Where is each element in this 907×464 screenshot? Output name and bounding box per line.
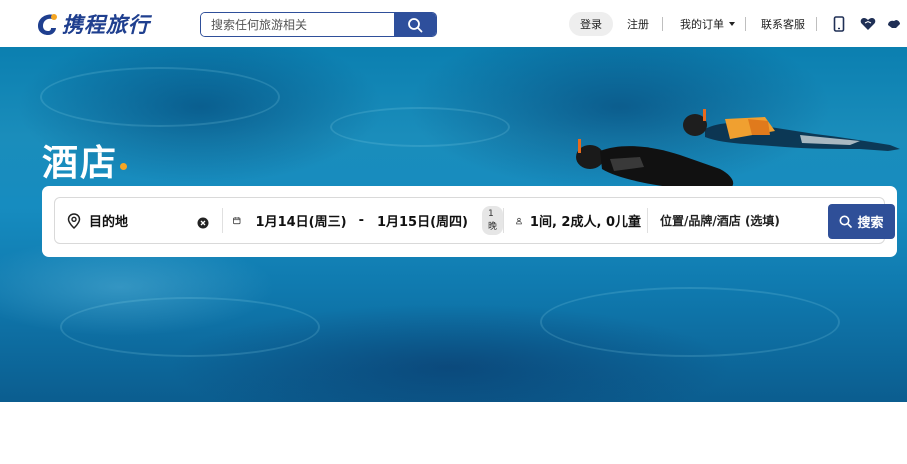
top-header: 携程旅行 登录 注册 我的订单 联系客服 [0,0,907,47]
hotel-search-panel: 目的地 1月14日(周三) - 1月15日(周四) 1晚 1间, 2成人, 0儿… [42,186,897,257]
contact-service-link[interactable]: 联系客服 [761,12,805,36]
partner-button[interactable] [885,15,903,33]
nav-divider [816,17,817,31]
clear-icon [197,217,209,229]
date-separator: - [358,213,364,228]
keyword-field[interactable]: 位置/品牌/酒店 (选填) [660,198,820,243]
checkout-date[interactable]: 1月15日(周四) [377,211,468,230]
person-icon [516,217,522,224]
water-ripple [60,297,320,357]
ctrip-logo[interactable]: 携程旅行 [34,10,150,38]
global-search-input[interactable] [201,13,394,36]
guests-field[interactable]: 1间, 2成人, 0儿童 [516,198,641,243]
handshake-icon [888,20,900,28]
water-ripple [40,67,280,127]
location-pin-icon [67,212,81,229]
hotel-search-form: 目的地 1月14日(周三) - 1月15日(周四) 1晚 1间, 2成人, 0儿… [54,197,895,244]
guests-summary: 1间, 2成人, 0儿童 [529,215,641,230]
field-divider [647,208,648,233]
nav-divider [662,17,663,31]
water-ripple [540,287,840,357]
hotel-search-button[interactable]: 搜索 [828,204,895,239]
destination-field[interactable]: 目的地 [67,198,217,243]
hero-title: 酒店 [42,143,119,184]
my-orders-label: 我的订单 [680,18,724,31]
snorkeler-image [576,109,900,191]
field-divider [222,208,223,233]
search-icon [408,17,423,32]
my-orders-menu[interactable]: 我的订单 [680,12,736,36]
logo-text: 携程旅行 [62,13,150,37]
contact-service-label: 联系客服 [761,18,805,31]
date-range-field[interactable]: 1月14日(周三) - 1月15日(周四) 1晚 [233,198,503,243]
hero-accent-dot [120,163,127,170]
heart-icon [860,17,876,30]
hotel-search-label: 搜索 [857,216,884,231]
mobile-icon [833,16,845,32]
nights-badge: 1晚 [482,206,503,235]
water-ripple [330,107,510,147]
register-label: 注册 [627,18,649,31]
caret-down-icon [729,22,735,26]
clear-destination-button[interactable] [197,214,209,229]
register-link[interactable]: 注册 [627,12,649,36]
field-divider [503,208,504,233]
calendar-icon [233,217,241,225]
nav-divider [745,17,746,31]
destination-input[interactable]: 目的地 [89,211,128,230]
favorites-button[interactable] [859,15,877,33]
keyword-input[interactable]: 位置/品牌/酒店 (选填) [660,212,780,229]
login-button[interactable]: 登录 [569,12,613,36]
global-search-bar [200,12,437,37]
mobile-app-button[interactable] [830,15,848,33]
dolphin-logo-icon [38,14,57,35]
search-icon [839,215,853,228]
global-search-button[interactable] [394,13,436,36]
checkin-date[interactable]: 1月14日(周三) [256,211,347,230]
